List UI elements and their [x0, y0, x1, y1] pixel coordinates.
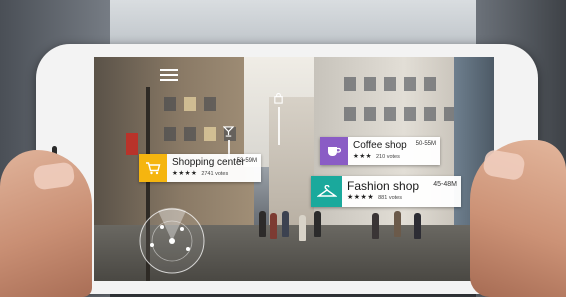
poi-card-coffee-shop[interactable]: Coffee shop 50-55M ★★★ 210 votes: [320, 137, 440, 165]
smartphone: Shopping center 53-59M ★★★★ 2741 votes Co…: [36, 44, 538, 294]
poi-votes: 881 votes: [378, 195, 402, 201]
left-hand: [0, 150, 92, 297]
poi-stars: ★★★★: [172, 170, 198, 177]
poi-votes: 2741 votes: [201, 171, 229, 177]
marker-stem: [278, 107, 280, 145]
poi-stars: ★★★★: [347, 194, 375, 201]
poi-card-fashion-shop[interactable]: Fashion shop 45-48M ★★★★ 881 votes: [311, 176, 461, 207]
poi-rating: ★★★★ 2741 votes: [172, 169, 257, 179]
shopping-cart-icon: [139, 154, 167, 182]
poi-distance: 45-48M: [433, 181, 457, 188]
shopping-bag-icon[interactable]: [270, 90, 287, 107]
poi-distance: 50-55M: [415, 141, 436, 147]
clothes-hanger-icon: [311, 176, 342, 207]
poi-votes: 210 votes: [375, 154, 400, 160]
street-sign: [126, 133, 138, 155]
poi-distance: 53-59M: [236, 158, 257, 164]
poi-stars: ★★★: [353, 153, 372, 160]
radar-icon[interactable]: [138, 207, 206, 275]
poi-card-shopping-center[interactable]: Shopping center 53-59M ★★★★ 2741 votes: [139, 154, 261, 182]
right-hand: [470, 140, 566, 297]
poi-rating: ★★★ 210 votes: [353, 152, 436, 162]
poi-rating: ★★★★ 881 votes: [347, 193, 457, 203]
ar-street-photo: Shopping center 53-59M ★★★★ 2741 votes Co…: [0, 0, 566, 297]
hamburger-menu-icon[interactable]: [160, 69, 178, 82]
ar-camera-view: Shopping center 53-59M ★★★★ 2741 votes Co…: [94, 57, 494, 281]
cocktail-glass-icon[interactable]: [220, 123, 237, 140]
coffee-cup-icon: [320, 137, 348, 165]
